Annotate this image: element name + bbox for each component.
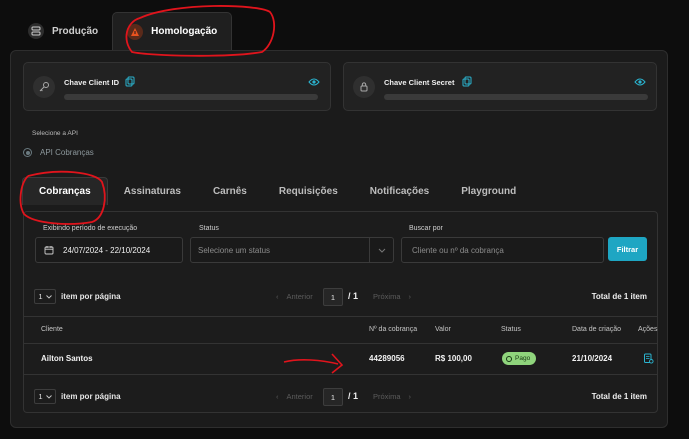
chevron-right-icon: › (408, 392, 412, 401)
tab-requisicoes[interactable]: Requisições (263, 177, 354, 205)
page-total: / 1 (348, 291, 359, 301)
next-page-button[interactable]: Próxima › (373, 292, 411, 301)
cell-data: 21/10/2024 (572, 354, 613, 363)
key-icon (33, 76, 55, 98)
server-icon (28, 23, 44, 39)
per-page-label: item por página (61, 292, 121, 301)
tab-notificacoes[interactable]: Notificações (354, 177, 445, 205)
api-radio[interactable] (23, 148, 32, 157)
filter-button[interactable]: Filtrar (608, 237, 647, 261)
chevron-down-icon (45, 394, 52, 399)
receipt-icon[interactable] (643, 353, 654, 364)
eye-icon[interactable] (634, 77, 646, 87)
tab-playground[interactable]: Playground (445, 177, 532, 205)
search-label: Buscar por (409, 225, 443, 232)
search-input[interactable]: Cliente ou nº da cobrança (401, 237, 604, 263)
pagination-bottom: 1 item por página ‹ Anterior 1 / 1 Próxi… (24, 384, 657, 410)
prev-label: Anterior (286, 392, 313, 401)
environment-tabs: Produção Homologação (14, 12, 233, 50)
page-size-select[interactable]: 1 (34, 389, 56, 404)
prev-label: Anterior (286, 292, 313, 301)
prev-page-button[interactable]: ‹ Anterior (276, 392, 313, 401)
flask-warning-icon (127, 23, 144, 40)
next-page-button[interactable]: Próxima › (373, 392, 411, 401)
env-tab-producao[interactable]: Produção (14, 12, 112, 50)
table-row[interactable]: Ailton Santos 44289056 R$ 100,00 Pago 21… (24, 344, 657, 375)
check-circle-icon (506, 355, 512, 362)
total-items: Total de 1 item (591, 392, 647, 401)
client-secret-card: Chave Client Secret (343, 62, 657, 111)
col-status: Status (501, 326, 521, 333)
col-cliente: Cliente (41, 326, 63, 333)
tab-carnes[interactable]: Carnês (197, 177, 263, 205)
col-valor: Valor (435, 326, 451, 333)
col-numero: Nº da cobrança (369, 326, 418, 333)
tab-cobrancas[interactable]: Cobranças (22, 177, 108, 205)
env-tab-homologacao[interactable]: Homologação (112, 12, 233, 50)
tab-assinaturas[interactable]: Assinaturas (108, 177, 197, 205)
client-id-masked-value (64, 94, 318, 100)
page-number-input[interactable]: 1 (323, 388, 343, 406)
pagination-top: 1 item por página ‹ Anterior 1 / 1 Próxi… (24, 284, 657, 310)
prev-page-button[interactable]: ‹ Anterior (276, 292, 313, 301)
status-placeholder: Selecione um status (198, 245, 271, 255)
client-id-label: Chave Client ID (64, 78, 120, 87)
client-secret-label: Chave Client Secret (384, 78, 455, 87)
api-tabs: Cobranças Assinaturas Carnês Requisições… (22, 177, 532, 207)
env-tab-label: Produção (52, 25, 99, 37)
lock-key-icon (353, 76, 375, 98)
client-secret-masked-value (384, 94, 648, 100)
col-acoes: Ações (638, 326, 658, 333)
cobrancas-content: Exibindo período de execução 24/07/2024 … (23, 211, 658, 413)
next-label: Próxima (373, 392, 401, 401)
status-badge-label: Pago (515, 355, 531, 362)
status-select[interactable]: Selecione um status (190, 237, 394, 263)
calendar-icon (44, 246, 54, 255)
api-option-label[interactable]: API Cobranças (40, 148, 94, 157)
cell-cliente: Ailton Santos (41, 354, 93, 363)
table-header: Cliente Nº da cobrança Valor Status Data… (24, 316, 657, 344)
date-range-value: 24/07/2024 - 22/10/2024 (63, 245, 151, 255)
status-label: Status (199, 225, 219, 232)
chevron-right-icon: › (408, 292, 412, 301)
page-total: / 1 (348, 391, 359, 401)
date-range-picker[interactable]: 24/07/2024 - 22/10/2024 (35, 237, 183, 263)
eye-icon[interactable] (308, 77, 320, 87)
copy-icon[interactable] (125, 76, 135, 87)
page-size-value: 1 (38, 392, 43, 401)
next-label: Próxima (373, 292, 401, 301)
cell-valor: R$ 100,00 (435, 354, 472, 363)
page-size-value: 1 (38, 292, 43, 301)
search-placeholder: Cliente ou nº da cobrança (412, 245, 504, 255)
chevron-down-icon (45, 294, 52, 299)
copy-icon[interactable] (462, 76, 472, 87)
chevron-left-icon: ‹ (276, 292, 279, 301)
status-badge: Pago (502, 352, 537, 365)
chevron-left-icon: ‹ (276, 392, 279, 401)
env-tab-label: Homologação (151, 26, 218, 37)
page-size-select[interactable]: 1 (34, 289, 56, 304)
total-items: Total de 1 item (591, 292, 647, 301)
client-id-card: Chave Client ID (23, 62, 331, 111)
homologacao-panel: Chave Client ID Chave Client Secret Sele… (10, 50, 668, 428)
chevron-down-icon[interactable] (369, 238, 393, 262)
period-label: Exibindo período de execução (43, 225, 138, 232)
per-page-label: item por página (61, 392, 121, 401)
cell-numero: 44289056 (369, 354, 405, 363)
page-number-input[interactable]: 1 (323, 288, 343, 306)
col-data: Data de criação (572, 326, 622, 333)
api-select-label: Selecione a API (32, 130, 78, 137)
